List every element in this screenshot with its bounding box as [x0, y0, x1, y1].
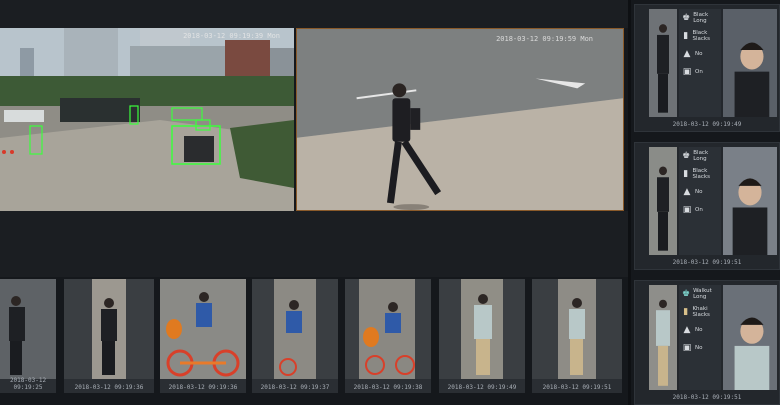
bag-icon: ▣ — [682, 343, 692, 353]
bag-icon: ▣ — [682, 67, 692, 77]
attribute-value: No — [695, 326, 703, 333]
track-thumbnail[interactable]: 2018-03-12 09:19:38 — [345, 279, 431, 393]
bag-icon: ▣ — [682, 205, 692, 215]
track-thumbnail[interactable]: 2018-03-12 09:19:49 — [439, 279, 525, 393]
attribute-value: No — [695, 50, 703, 57]
attribute-row: ▲ No — [679, 183, 721, 201]
attribute-value: Khaki Slacks — [692, 305, 710, 319]
camera-timestamp: 2018-03-12 09:19:59 Mon — [496, 35, 593, 43]
attribute-list: ♚ Black Long ▮ Black Slacks ▲ No ▣ On — [679, 147, 721, 255]
attribute-value: Black Slacks — [692, 29, 710, 43]
attribute-row: ▲ No — [679, 321, 721, 339]
thumbnail-timestamp: 2018-03-12 09:19:49 — [447, 384, 517, 391]
track-thumbnail[interactable]: 2018-03-12 09:19:36 — [64, 279, 154, 393]
track-thumbnail[interactable]: 2018-03-12 09:19:25 — [0, 279, 56, 393]
timeline-band — [0, 211, 628, 277]
camera-timestamp: 2018-03-12 09:19:39 Mon — [183, 32, 280, 40]
column-divider — [628, 0, 631, 405]
person-full-photo — [649, 9, 677, 117]
thumbnail-timestamp: 2018-03-12 09:19:51 — [542, 384, 612, 391]
thumbnail-timestamp: 2018-03-12 09:19:36 — [74, 384, 144, 391]
attribute-value: Black Long — [693, 149, 709, 163]
thumbnail-timestamp: 2018-03-12 09:19:36 — [168, 384, 238, 391]
camera-slot-empty[interactable] — [296, 0, 628, 28]
attribute-row: ▣ On — [679, 63, 721, 81]
attribute-row: ▣ No — [679, 339, 721, 357]
attribute-value: On — [695, 206, 703, 213]
id-card[interactable]: ♚ Black Long ▮ Black Slacks ▲ No ▣ On 2018-0… — [634, 142, 780, 270]
person-face-photo — [723, 285, 777, 390]
attribute-row: ▲ No — [679, 45, 721, 63]
id-card[interactable]: ♚ Walkut Long ▮ Khaki Slacks ▲ No ▣ No 2018-… — [634, 280, 780, 405]
hat-icon: ▲ — [683, 325, 691, 335]
person-full-photo — [649, 285, 677, 390]
hat-icon: ▲ — [683, 187, 691, 197]
attribute-value: Black Long — [693, 11, 709, 25]
card-timestamp: 2018-03-12 09:19:51 — [672, 394, 742, 401]
coat-icon: ♚ — [682, 151, 691, 161]
card-timestamp: 2018-03-12 09:19:51 — [672, 259, 742, 266]
attribute-list: ♚ Walkut Long ▮ Khaki Slacks ▲ No ▣ No — [679, 285, 721, 390]
camera-feed-walker[interactable]: 2018-03-12 09:19:59 Mon — [296, 28, 624, 211]
coat-icon: ♚ — [682, 289, 691, 299]
attribute-row: ♚ Black Long — [679, 147, 721, 165]
camera-feed-city[interactable]: 2018-03-12 09:19:39 Mon — [0, 28, 294, 211]
attribute-value: No — [695, 188, 703, 195]
attribute-value: No — [695, 344, 703, 351]
thumbnail-timestamp: 2018-03-12 09:19:38 — [353, 384, 423, 391]
hat-icon: ▲ — [683, 49, 691, 59]
thumbnail-timestamp: 2018-03-12 09:19:25 — [9, 377, 47, 391]
walker-scene — [297, 29, 623, 210]
attribute-row: ▣ On — [679, 201, 721, 219]
pants-icon: ▮ — [683, 169, 689, 179]
attribute-value: Black Slacks — [692, 167, 710, 181]
track-thumbnail[interactable]: 2018-03-12 09:19:36 — [160, 279, 246, 393]
attribute-value: Walkut Long — [693, 287, 712, 301]
thumbnail-timestamp: 2018-03-12 09:19:37 — [260, 384, 330, 391]
person-full-photo — [649, 147, 677, 255]
id-card[interactable]: ♚ Black Long ▮ Black Slacks ▲ No ▣ On 2018-0… — [634, 4, 780, 132]
attribute-value: On — [695, 68, 703, 75]
attribute-row: ▮ Black Slacks — [679, 165, 721, 183]
attribute-row: ▮ Khaki Slacks — [679, 303, 721, 321]
coat-icon: ♚ — [682, 13, 691, 23]
pants-icon: ▮ — [683, 307, 689, 317]
track-thumbnail[interactable]: 2018-03-12 09:19:51 — [532, 279, 622, 393]
card-timestamp: 2018-03-12 09:19:49 — [672, 121, 742, 128]
attribute-row: ♚ Walkut Long — [679, 285, 721, 303]
city-scene — [0, 28, 294, 211]
person-face-photo — [723, 9, 777, 117]
track-thumbnail[interactable]: 2018-03-12 09:19:37 — [252, 279, 338, 393]
attribute-list: ♚ Black Long ▮ Black Slacks ▲ No ▣ On — [679, 9, 721, 117]
person-face-photo — [723, 147, 777, 255]
pants-icon: ▮ — [683, 31, 689, 41]
attribute-row: ♚ Black Long — [679, 9, 721, 27]
attribute-row: ▮ Black Slacks — [679, 27, 721, 45]
